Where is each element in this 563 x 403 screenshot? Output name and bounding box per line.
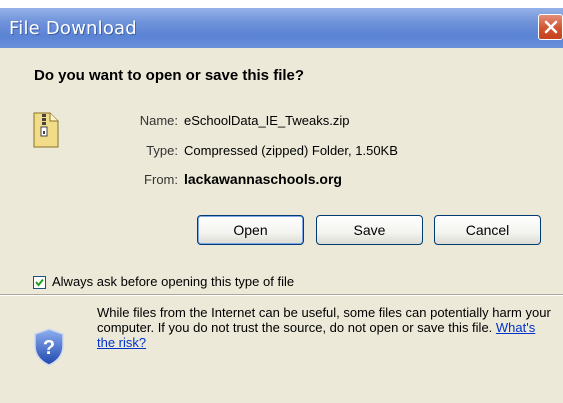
from-label: From: (144, 172, 178, 187)
cancel-button[interactable]: Cancel (434, 215, 541, 245)
svg-text:?: ? (43, 337, 55, 359)
shield-question-icon: ? (34, 328, 64, 366)
file-download-dialog: File Download Do you want to open or sav… (0, 0, 563, 403)
always-ask-checkbox[interactable] (33, 276, 46, 289)
file-source: lackawannaschools.org (184, 171, 342, 187)
window-title: File Download (9, 18, 137, 39)
save-button[interactable]: Save (316, 215, 423, 245)
open-button[interactable]: Open (197, 215, 304, 245)
zip-folder-icon (33, 112, 59, 148)
dialog-body: Do you want to open or save this file? N… (0, 48, 563, 294)
dialog-question: Do you want to open or save this file? (34, 67, 305, 84)
warning-text: While files from the Internet can be use… (97, 305, 551, 335)
file-name: eSchoolData_IE_Tweaks.zip (184, 113, 350, 128)
file-type: Compressed (zipped) Folder, 1.50KB (184, 143, 398, 158)
close-button[interactable] (538, 14, 563, 40)
title-bar[interactable]: File Download (0, 8, 563, 48)
type-label: Type: (146, 143, 178, 158)
close-icon (544, 20, 558, 34)
security-warning: ? While files from the Internet can be u… (0, 296, 563, 403)
checkmark-icon (35, 278, 44, 287)
warning-message: While files from the Internet can be use… (97, 305, 552, 350)
name-label: Name: (139, 113, 178, 128)
always-ask-label[interactable]: Always ask before opening this type of f… (52, 274, 294, 289)
